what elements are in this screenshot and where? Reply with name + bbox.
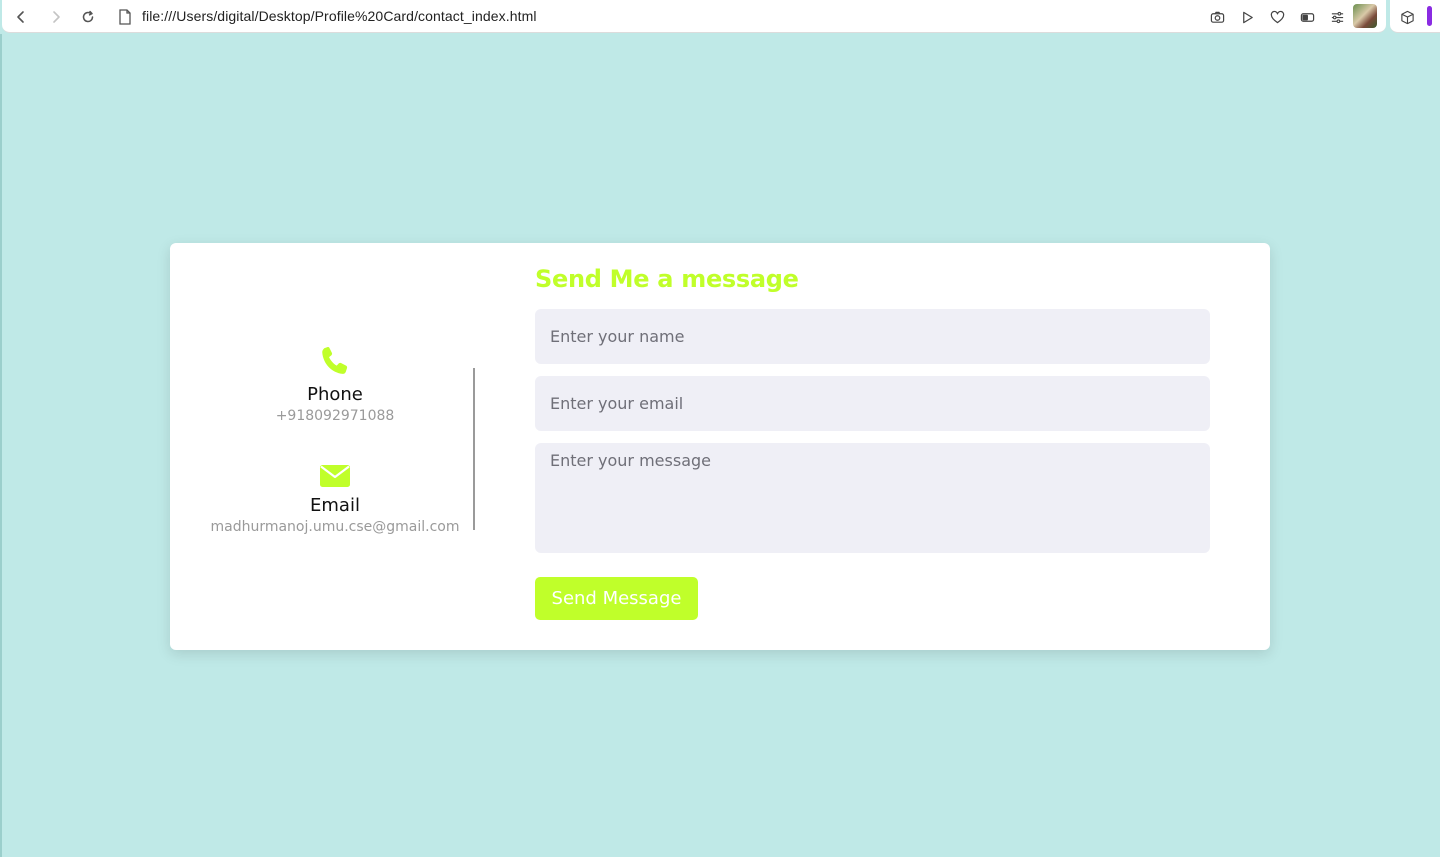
back-icon[interactable]: [12, 8, 30, 26]
heart-icon[interactable]: [1268, 8, 1286, 26]
avatar[interactable]: [1353, 4, 1377, 28]
message-input[interactable]: [535, 443, 1210, 553]
send-message-button[interactable]: Send Message: [535, 577, 698, 620]
email-input[interactable]: [535, 376, 1210, 431]
phone-value: +918092971088: [275, 408, 395, 424]
play-icon[interactable]: [1238, 8, 1256, 26]
form-title: Send Me a message: [535, 265, 799, 293]
email-title: Email: [310, 495, 360, 516]
phone-icon: [322, 347, 348, 374]
address-bar: file:///Users/digital/Desktop/Profile%20…: [2, 0, 1386, 33]
name-input[interactable]: [535, 309, 1210, 364]
phone-block: Phone +918092971088: [170, 344, 500, 424]
contact-card: Phone +918092971088 Email madhurmanoj.um…: [170, 243, 1270, 650]
sliders-icon[interactable]: [1328, 8, 1346, 26]
url-text[interactable]: file:///Users/digital/Desktop/Profile%20…: [142, 8, 537, 24]
forward-icon[interactable]: [47, 8, 65, 26]
page-icon: [119, 9, 131, 25]
envelope-icon: [320, 465, 350, 487]
extension-bar: [1390, 0, 1440, 33]
message-form: Send Me a message Send Message: [535, 243, 1210, 650]
divider: [473, 368, 475, 530]
box-icon[interactable]: [1398, 8, 1416, 26]
sidebar-indicator[interactable]: [1427, 6, 1432, 26]
email-block: Email madhurmanoj.umu.cse@gmail.com: [170, 463, 500, 535]
camera-icon[interactable]: [1208, 8, 1226, 26]
email-value: madhurmanoj.umu.cse@gmail.com: [210, 519, 460, 535]
browser-toolbar: file:///Users/digital/Desktop/Profile%20…: [0, 0, 1440, 34]
phone-title: Phone: [307, 384, 363, 405]
window-edge: [0, 34, 2, 857]
reload-icon[interactable]: [79, 8, 97, 26]
toggle-icon[interactable]: [1298, 8, 1316, 26]
contact-info: Phone +918092971088 Email madhurmanoj.um…: [170, 243, 500, 650]
